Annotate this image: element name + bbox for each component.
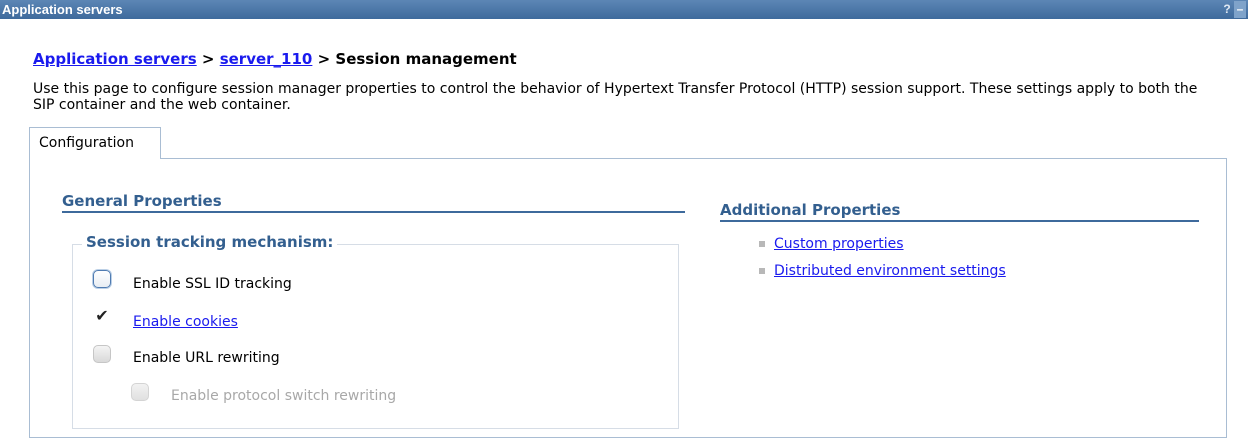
breadcrumb-link-server[interactable]: server_110 [220, 50, 313, 68]
bullet-icon [759, 241, 765, 247]
bullet-icon [759, 268, 765, 274]
enable-cookies-link[interactable]: Enable cookies [133, 314, 238, 330]
ssl-id-tracking-checkbox[interactable] [93, 270, 111, 288]
additional-properties-list: Custom properties Distributed environmen… [759, 235, 1006, 289]
minimize-icon[interactable]: – [1234, 1, 1246, 18]
url-rewriting-checkbox[interactable] [93, 345, 111, 363]
general-properties-rule [62, 211, 685, 213]
breadcrumb-separator: > [196, 50, 220, 68]
list-item: Distributed environment settings [759, 262, 1006, 289]
breadcrumb-current: Session management [335, 50, 517, 68]
breadcrumb-separator: > [312, 50, 336, 68]
protocol-switch-rewriting-checkbox [131, 383, 149, 401]
custom-properties-link[interactable]: Custom properties [774, 236, 904, 252]
breadcrumb: Application servers > server_110 > Sessi… [33, 50, 517, 68]
help-icon[interactable]: ? [1223, 1, 1231, 18]
tab-configuration-label: Configuration [39, 135, 134, 151]
session-tracking-legend: Session tracking mechanism: [82, 233, 338, 251]
distributed-environment-settings-link[interactable]: Distributed environment settings [774, 263, 1006, 279]
enable-cookies-checkbox[interactable]: ✔ [93, 307, 111, 325]
general-properties-heading: General Properties [62, 192, 222, 210]
titlebar-controls: ? – [1223, 1, 1246, 18]
ssl-id-tracking-label: Enable SSL ID tracking [133, 276, 292, 292]
list-item: Custom properties [759, 235, 1006, 262]
additional-properties-heading: Additional Properties [720, 201, 901, 219]
enable-cookies-label: Enable cookies [133, 314, 238, 330]
breadcrumb-link-application-servers[interactable]: Application servers [33, 50, 197, 68]
window-title: Application servers [2, 2, 123, 17]
url-rewriting-label: Enable URL rewriting [133, 350, 280, 366]
window-titlebar: Application servers ? – [0, 0, 1248, 19]
additional-properties-rule [720, 220, 1199, 222]
page-description: Use this page to configure session manag… [33, 81, 1198, 113]
checkmark-icon: ✔ [95, 306, 109, 325]
protocol-switch-rewriting-label: Enable protocol switch rewriting [171, 388, 397, 404]
tab-configuration[interactable]: Configuration [29, 127, 161, 159]
